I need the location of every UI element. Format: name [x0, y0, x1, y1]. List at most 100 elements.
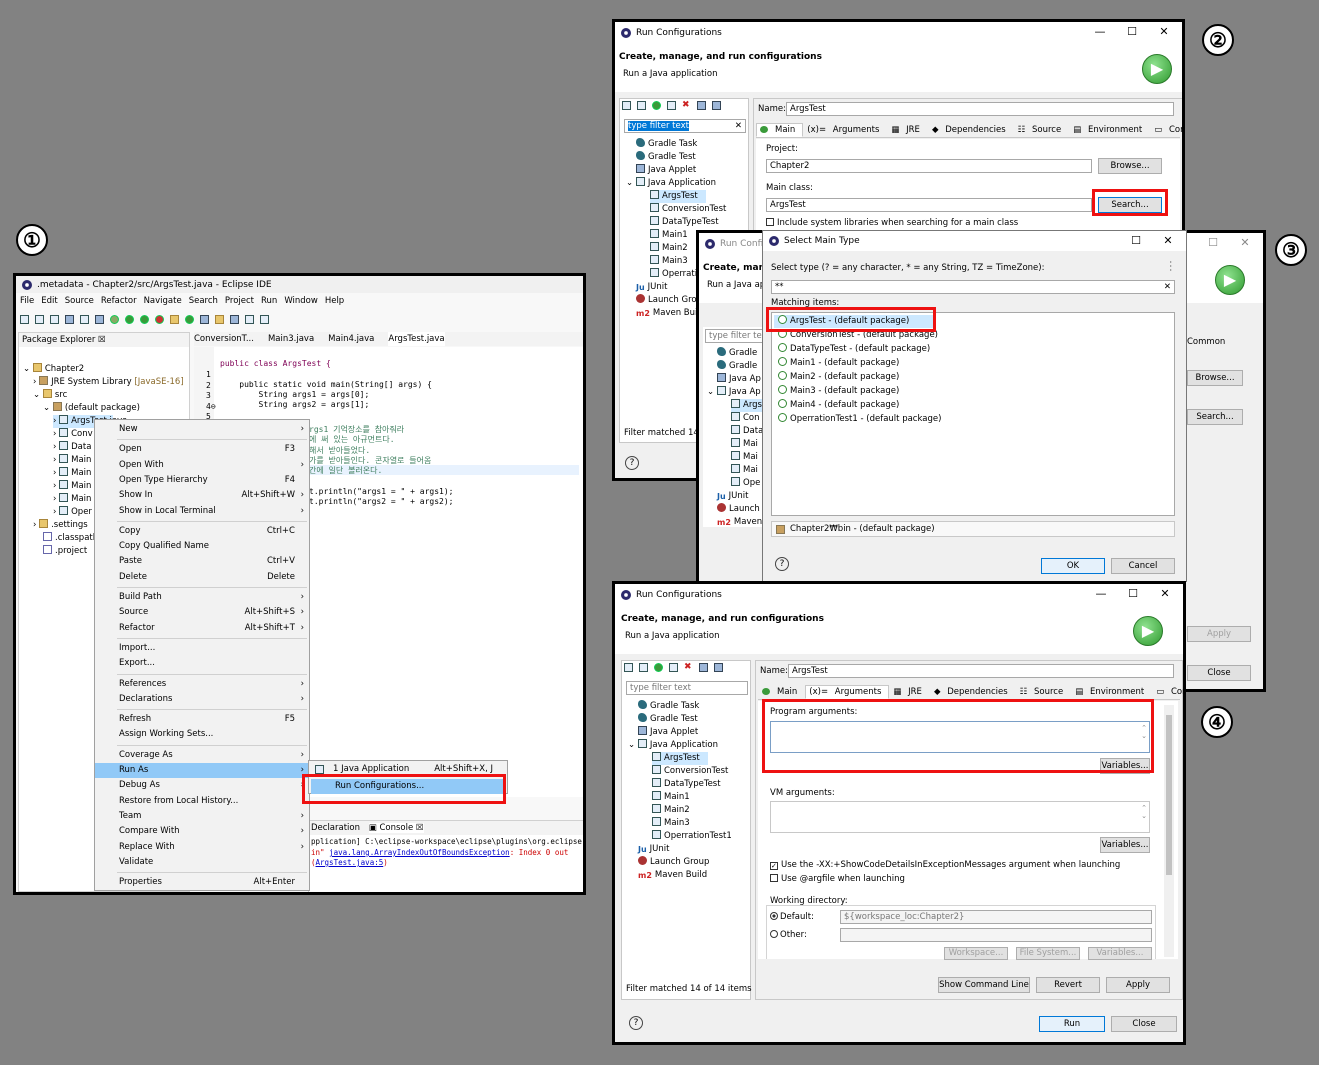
context-menu-item[interactable]: Properties Alt+Enter: [95, 875, 309, 890]
tree-junit[interactable]: Ju JUnit: [636, 281, 667, 294]
close-dialog-button[interactable]: Close: [1111, 1016, 1177, 1032]
tree-jre[interactable]: › JRE System Library [JavaSE-16]: [33, 376, 184, 389]
tree-project[interactable]: ⌄ Chapter2: [23, 363, 84, 376]
new-icon[interactable]: [20, 314, 29, 324]
tab-jre[interactable]: ▦ JRE: [887, 123, 928, 137]
save-icon[interactable]: [35, 314, 44, 324]
cancel-button[interactable]: Cancel: [1111, 558, 1175, 574]
context-menu-item[interactable]: Debug As ›: [95, 778, 309, 793]
new-prototype-icon[interactable]: [637, 101, 646, 110]
tree-main2[interactable]: Main2: [650, 242, 688, 255]
new-class-icon[interactable]: [185, 314, 194, 324]
tree-item[interactable]: › Conv: [53, 428, 93, 441]
match-item[interactable]: Main3 - (default package): [778, 385, 899, 398]
maximize-button[interactable]: ☐: [1199, 233, 1227, 253]
rc-back-common-tab[interactable]: Common: [1187, 336, 1225, 349]
filter-icon[interactable]: [712, 101, 721, 110]
vm-arguments-textarea[interactable]: ⌃ ⌄: [770, 801, 1150, 833]
tree-item[interactable]: Launch: [717, 503, 760, 516]
context-menu-item[interactable]: Source Alt+Shift+S ›: [95, 605, 309, 620]
help-icon[interactable]: ?: [629, 1016, 643, 1030]
maximize-button[interactable]: ☐: [1118, 22, 1146, 42]
tree-argstest[interactable]: ArgsTest: [652, 752, 708, 765]
tree-item[interactable]: Con: [731, 412, 760, 425]
close-button[interactable]: ✕: [1154, 231, 1182, 251]
tree-junit[interactable]: Ju JUnit: [638, 843, 669, 856]
match-item[interactable]: Main2 - (default package): [778, 371, 899, 384]
tree-item[interactable]: › Main: [53, 493, 91, 506]
context-menu-item[interactable]: Open Type Hierarchy F4: [95, 473, 309, 488]
tree-conversiontest[interactable]: ConversionTest: [652, 765, 728, 778]
tree-item[interactable]: › Oper: [53, 506, 92, 519]
duplicate-icon[interactable]: [669, 663, 678, 672]
tree-launch-group[interactable]: Launch Group: [638, 856, 709, 869]
menu-run[interactable]: Run: [261, 296, 277, 306]
tree-main3[interactable]: Main3: [650, 255, 688, 268]
new-config-icon[interactable]: [622, 101, 631, 110]
vm-variables-button[interactable]: Variables...: [1100, 837, 1150, 853]
close-button[interactable]: ✕: [1150, 22, 1178, 42]
content-scrollbar[interactable]: [1164, 705, 1174, 957]
context-menu-item[interactable]: Compare With ›: [95, 824, 309, 839]
context-menu-item[interactable]: Open F3: [95, 442, 309, 457]
tree-settings[interactable]: › .settings: [33, 519, 88, 532]
tree-maven-build[interactable]: m2 Maven Build: [638, 869, 707, 882]
tree-operrationtest1[interactable]: OperrationTest1: [652, 830, 732, 843]
rc-back-browse-button[interactable]: Browse...: [1187, 370, 1243, 386]
tree-project-file[interactable]: .project: [43, 545, 87, 558]
menu-project[interactable]: Project: [225, 296, 254, 306]
close-button[interactable]: ✕: [1151, 584, 1179, 604]
close-button[interactable]: ✕: [1231, 233, 1259, 253]
use-argfile-checkbox[interactable]: Use @argfile when launching: [770, 873, 905, 886]
context-menu-item[interactable]: Paste Ctrl+V: [95, 554, 309, 569]
context-menu-item[interactable]: Show in Local Terminal ›: [95, 504, 309, 519]
match-item[interactable]: OperrationTest1 - (default package): [778, 413, 941, 426]
match-item[interactable]: Main1 - (default package): [778, 357, 899, 370]
menu-navigate[interactable]: Navigate: [144, 296, 182, 306]
context-menu-item[interactable]: Team ›: [95, 809, 309, 824]
context-menu-item[interactable]: Open With ›: [95, 458, 309, 473]
tree-gradle-test[interactable]: Gradle Test: [636, 151, 696, 164]
duplicate-icon[interactable]: [667, 101, 676, 110]
show-command-line-button[interactable]: Show Command Line: [938, 977, 1030, 993]
minimize-button[interactable]: —: [1086, 22, 1114, 42]
export-icon[interactable]: [654, 663, 663, 672]
tree-argstest[interactable]: ArgsTest: [650, 190, 706, 203]
tree-item[interactable]: Data: [731, 425, 763, 438]
context-menu-item[interactable]: References ›: [95, 677, 309, 692]
tree-item[interactable]: m2 Maven: [717, 516, 762, 529]
rc-back-search-button[interactable]: Search...: [1187, 409, 1243, 425]
tree-conversiontest[interactable]: ConversionTest: [650, 203, 726, 216]
new-prototype-icon[interactable]: [639, 663, 648, 672]
other-directory-input[interactable]: [840, 928, 1152, 942]
tab-main[interactable]: Main: [758, 685, 805, 699]
filter-input[interactable]: type filter text ✕: [624, 119, 746, 133]
skip-breakpoints-icon[interactable]: [95, 314, 104, 324]
package-explorer-tab[interactable]: Package Explorer ☒: [19, 333, 189, 347]
tree-java-application[interactable]: ⌄ Java Application: [626, 177, 716, 190]
annotation-icon[interactable]: [230, 314, 239, 324]
menu-window[interactable]: Window: [284, 296, 318, 306]
wd-variables-button[interactable]: Variables...: [1088, 947, 1152, 960]
maximize-button[interactable]: ☐: [1122, 231, 1150, 251]
external-tools-icon[interactable]: [155, 314, 164, 324]
name-input[interactable]: ArgsTest: [788, 664, 1174, 678]
tree-item[interactable]: Gradle: [717, 360, 757, 373]
declaration-tab[interactable]: Declaration: [311, 823, 360, 833]
tree-item[interactable]: Mai: [731, 464, 758, 477]
tree-item[interactable]: › Main: [53, 480, 91, 493]
tab-source[interactable]: ☷ Source: [1014, 123, 1070, 137]
tree-gradle-test[interactable]: Gradle Test: [638, 713, 698, 726]
tree-gradle-task[interactable]: Gradle Task: [636, 138, 697, 151]
tree-item[interactable]: Gradle: [717, 347, 757, 360]
rc-back-apply-button[interactable]: Apply: [1187, 626, 1251, 642]
tree-main3[interactable]: Main3: [652, 817, 690, 830]
tree-launch-group[interactable]: Launch Gro: [636, 294, 697, 307]
terminal-icon[interactable]: [80, 314, 89, 324]
collapse-icon[interactable]: [697, 101, 706, 110]
filter-input[interactable]: type filter text: [626, 681, 748, 695]
default-directory-input[interactable]: ${workspace_loc:Chapter2}: [840, 910, 1152, 924]
tree-java-applet[interactable]: Java Applet: [636, 164, 696, 177]
context-menu-item[interactable]: Run As ›: [95, 763, 309, 778]
search-icon[interactable]: [215, 314, 224, 324]
